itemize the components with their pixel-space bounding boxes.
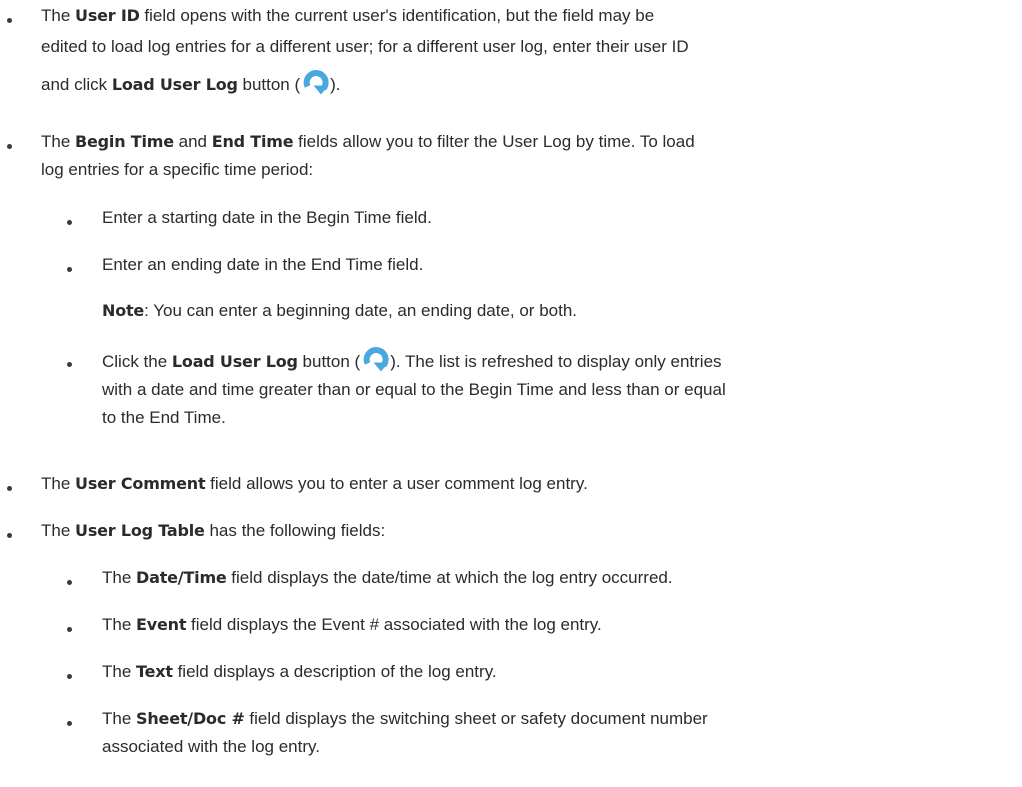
list-item-begin-end-time: The Begin Time and End Time fields allow… [41,132,695,179]
sub-item-sheet-doc: The Sheet/Doc # field displays the switc… [102,709,708,756]
list-item-user-log-table: The User Log Table has the following fie… [41,521,386,540]
term-end-time: End Time [211,132,294,151]
term-load-user-log: Load User Log [111,75,238,94]
term-user-log-table: User Log Table [75,521,205,540]
term-event: Event [136,615,187,634]
bullet-icon [67,580,72,585]
sub-item-event: The Event field displays the Event # ass… [102,615,602,634]
list-item-user-comment: The User Comment field allows you to ent… [41,474,588,493]
sub-item-date-time: The Date/Time field displays the date/ti… [102,568,673,587]
term-text: Text [136,662,173,681]
bullet-icon [7,144,12,149]
bullet-icon [7,18,12,23]
term-user-id: User ID [75,6,140,25]
term-sheet-doc: Sheet/Doc # [136,709,245,728]
sub-item-click-load: Click the Load User Log button (). The l… [102,346,1017,432]
term-date-time: Date/Time [136,568,227,587]
bullet-icon [7,533,12,538]
bullet-icon [67,220,72,225]
note-text: : You can enter a beginning date, an end… [144,301,578,320]
bullet-icon [67,362,72,367]
bullet-icon [67,674,72,679]
term-load-user-log: Load User Log [171,352,298,371]
reload-icon [300,69,330,97]
sub-item-text: The Text field displays a description of… [102,662,497,681]
term-user-comment: User Comment [75,474,206,493]
list-item-user-id: The User ID field opens with the current… [41,2,1016,99]
reload-icon [360,346,390,374]
bullet-icon [67,627,72,632]
bullet-icon [7,486,12,491]
bullet-icon [67,267,72,272]
bullet-icon [67,721,72,726]
note-label: Note [102,301,145,320]
sub-item-end-date: Enter an ending date in the End Time fie… [102,255,578,320]
term-begin-time: Begin Time [75,132,174,151]
sub-item-begin-date: Enter a starting date in the Begin Time … [102,208,432,227]
